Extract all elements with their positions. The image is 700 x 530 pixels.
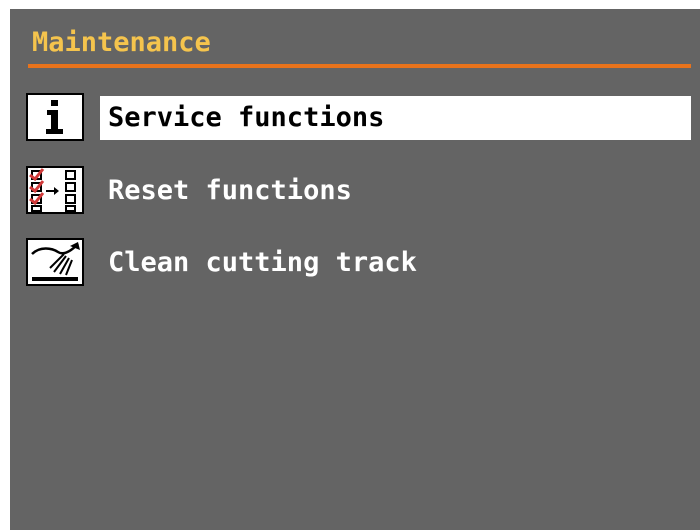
reset-checklist-icon: [26, 166, 84, 214]
spray-clean-icon: [26, 238, 84, 286]
title-divider: [28, 64, 691, 68]
menu-item-label: Clean cutting track: [108, 247, 417, 278]
menu-item-clean-cutting-track[interactable]: Clean cutting track: [26, 238, 691, 288]
page-title: Maintenance: [32, 27, 211, 58]
info-icon: [26, 93, 84, 141]
menu-item-service-functions[interactable]: Service functions: [26, 93, 691, 143]
menu-item-label: Reset functions: [108, 175, 352, 206]
menu-item-reset-functions[interactable]: Reset functions: [26, 166, 691, 216]
menu-item-label: Service functions: [100, 96, 691, 140]
